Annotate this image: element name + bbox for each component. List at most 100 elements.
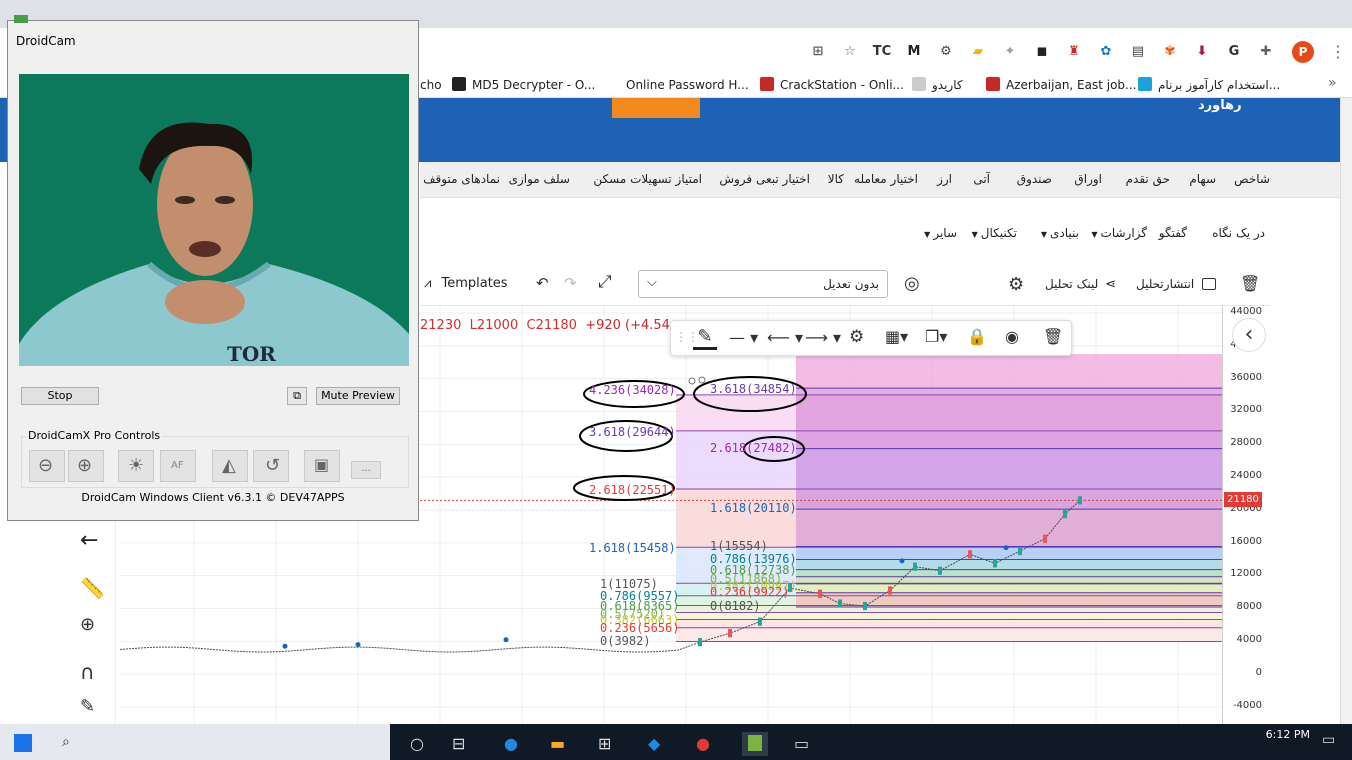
publish-analysis-button[interactable]: انتشارتحلیل xyxy=(1136,277,1217,291)
site-header-button[interactable] xyxy=(612,98,700,118)
flower-extension-icon[interactable]: ✾ xyxy=(1160,42,1180,62)
subnav-item[interactable]: در یک نگاه xyxy=(1212,226,1265,240)
g-extension-icon[interactable]: G xyxy=(1224,42,1244,62)
nav-item[interactable]: اوراق xyxy=(1074,172,1102,186)
bookmark-item[interactable]: CrackStation - Onli... xyxy=(760,76,904,94)
mute-preview-button[interactable]: Mute Preview xyxy=(316,387,400,405)
stop-button[interactable]: Stop xyxy=(21,387,99,405)
lock-icon[interactable]: 🔒 xyxy=(967,327,987,346)
settings-extension-icon[interactable]: ✿ xyxy=(1096,42,1116,62)
droidcam-taskbar-button[interactable] xyxy=(742,732,768,756)
browser-menu-icon[interactable]: ⋮ xyxy=(1330,42,1346,61)
nav-item[interactable]: اختیار تبعی فروش xyxy=(719,172,810,186)
taskbar-clock[interactable]: 6:12 PM xyxy=(1266,728,1310,741)
nav-item[interactable]: امتیاز تسهیلات مسکن xyxy=(593,172,702,186)
task-view-icon[interactable]: ○ xyxy=(410,734,424,753)
subnav-item[interactable]: گفتگو xyxy=(1159,226,1187,240)
edge-icon[interactable]: ● xyxy=(504,734,518,753)
file-explorer-icon[interactable]: ▬ xyxy=(550,734,565,753)
bookmark-item[interactable]: کاریدو xyxy=(912,76,963,94)
browser-tab[interactable]: ​ xyxy=(925,4,1135,28)
vpn-extension-icon[interactable]: ◼ xyxy=(1032,42,1052,62)
ruler-icon[interactable]: 📏 xyxy=(80,576,105,600)
templates-button[interactable]: ⩘ Templates xyxy=(424,276,508,291)
browser-tab[interactable]: ​ xyxy=(475,4,690,28)
page-scrollbar[interactable] xyxy=(1340,98,1352,724)
autofocus-button[interactable]: AF xyxy=(160,450,196,482)
trash-icon[interactable]: 🗑 xyxy=(1043,327,1063,346)
store-icon[interactable]: ⊞ xyxy=(598,734,611,753)
browser-tab[interactable]: ​ xyxy=(430,4,470,28)
subnav-item[interactable]: ▼ تکنیکال xyxy=(972,226,1017,240)
gear-icon[interactable]: ⚙ xyxy=(849,327,864,347)
translate-icon[interactable]: ⊞ xyxy=(808,42,828,62)
magnet-icon[interactable]: ∩ xyxy=(80,660,95,684)
clone-icon[interactable]: ❐▾ xyxy=(925,327,947,346)
m-extension-icon[interactable]: M xyxy=(904,42,924,62)
line-width-icon[interactable]: ⟵ ▾ xyxy=(767,328,803,347)
nav-item[interactable]: ارز xyxy=(937,172,952,186)
chrome-icon[interactable]: ● xyxy=(696,734,710,753)
eye-icon[interactable]: ◉ xyxy=(1005,327,1019,346)
notifications-icon[interactable]: ▭ xyxy=(1322,732,1335,748)
nav-item[interactable]: شاخص xyxy=(1234,172,1270,186)
nav-item[interactable]: صندوق xyxy=(1017,172,1052,186)
lock-drawing-icon[interactable]: ✎ xyxy=(80,696,95,717)
light-button[interactable]: ☀ xyxy=(118,450,154,482)
browser-tab[interactable]: ​ xyxy=(700,4,910,28)
back-arrow-icon[interactable]: ← xyxy=(80,528,98,553)
app-icon[interactable]: ◆ xyxy=(648,734,660,753)
redo-icon[interactable]: ↷ xyxy=(564,274,577,292)
delete-all-icon[interactable]: 🗑 xyxy=(1240,274,1260,293)
nav-item[interactable]: اختیار معامله xyxy=(854,172,918,186)
undo-icon[interactable]: ↶ xyxy=(536,274,549,292)
hide-drawings-icon[interactable]: ◎ xyxy=(904,273,920,294)
analysis-link-button[interactable]: لینک تحلیل ⋖ xyxy=(1045,277,1116,292)
site-logo[interactable]: رهاورد xyxy=(1198,98,1242,113)
bookmark-item[interactable]: Online Password H... xyxy=(606,76,749,94)
popout-preview-icon[interactable]: ⧉ xyxy=(287,387,307,405)
subnav-item[interactable]: ▼ سایر xyxy=(924,226,957,240)
jpeg-snapshot-button[interactable]: ▣ xyxy=(304,450,340,482)
nav-item[interactable]: سلف موازی xyxy=(509,172,570,186)
zoom-in-icon[interactable]: ⊕ xyxy=(80,614,95,635)
pencil-icon[interactable]: ✎ xyxy=(693,326,717,350)
puzzle-icon[interactable]: ✚ xyxy=(1256,42,1276,62)
more-options-button[interactable]: ... xyxy=(351,461,381,479)
zoom-in-button[interactable]: ⊕ xyxy=(68,450,104,482)
subnav-item[interactable]: ▼ بنیادی xyxy=(1041,226,1079,240)
alarm-extension-icon[interactable]: ♜ xyxy=(1064,42,1084,62)
price-axis[interactable]: 4400040000360003200028000240002000016000… xyxy=(1222,306,1268,724)
gear-extension-icon[interactable]: ⚙ xyxy=(936,42,956,62)
folder-extension-icon[interactable]: ▰ xyxy=(968,42,988,62)
line-end-icon[interactable]: ⟶ ▾ xyxy=(805,328,841,347)
bookmark-item[interactable]: استخدام کارآموز برنام... xyxy=(1138,76,1280,94)
bookmark-item[interactable]: Azerbaijan, East job... xyxy=(986,76,1137,94)
tc-extension-icon[interactable]: TC xyxy=(872,42,892,62)
nav-item[interactable]: کالا xyxy=(828,172,844,186)
rotate-button[interactable]: ↺ xyxy=(253,450,289,482)
nav-item[interactable]: آتی xyxy=(973,172,990,186)
zoom-out-button[interactable]: ⊖ xyxy=(29,450,65,482)
fullscreen-icon[interactable]: ⤢ xyxy=(598,272,612,292)
star-icon[interactable]: ☆ xyxy=(840,42,860,62)
download-extension-icon[interactable]: ⬇ xyxy=(1192,42,1212,62)
taskbar-search[interactable] xyxy=(0,724,390,760)
settings-gear-icon[interactable]: ⚙ xyxy=(1008,274,1024,295)
profile-avatar[interactable]: P xyxy=(1292,41,1314,63)
fill-color-icon[interactable]: ▦▾ xyxy=(885,327,908,346)
nav-item[interactable]: سهام xyxy=(1189,172,1216,186)
news-extension-icon[interactable]: ▤ xyxy=(1128,42,1148,62)
nav-item[interactable]: حق تقدم xyxy=(1126,172,1170,186)
task-manager-icon[interactable]: ⊟ xyxy=(452,734,465,753)
line-style-icon[interactable]: — ▾ xyxy=(729,328,758,347)
mirror-button[interactable]: ◭ xyxy=(212,450,248,482)
bookmark-item[interactable]: cho xyxy=(420,76,442,94)
collapse-panel-icon[interactable]: ‹ xyxy=(1232,318,1266,352)
bookmark-item[interactable]: MD5 Decrypter - O... xyxy=(452,76,595,94)
search-icon[interactable]: ⌕ xyxy=(62,734,70,750)
window-icon[interactable]: ▭ xyxy=(794,734,809,753)
shield-extension-icon[interactable]: ✦ xyxy=(1000,42,1020,62)
bookmarks-more-icon[interactable]: » xyxy=(1328,75,1337,91)
windows-start-icon[interactable] xyxy=(14,734,32,752)
